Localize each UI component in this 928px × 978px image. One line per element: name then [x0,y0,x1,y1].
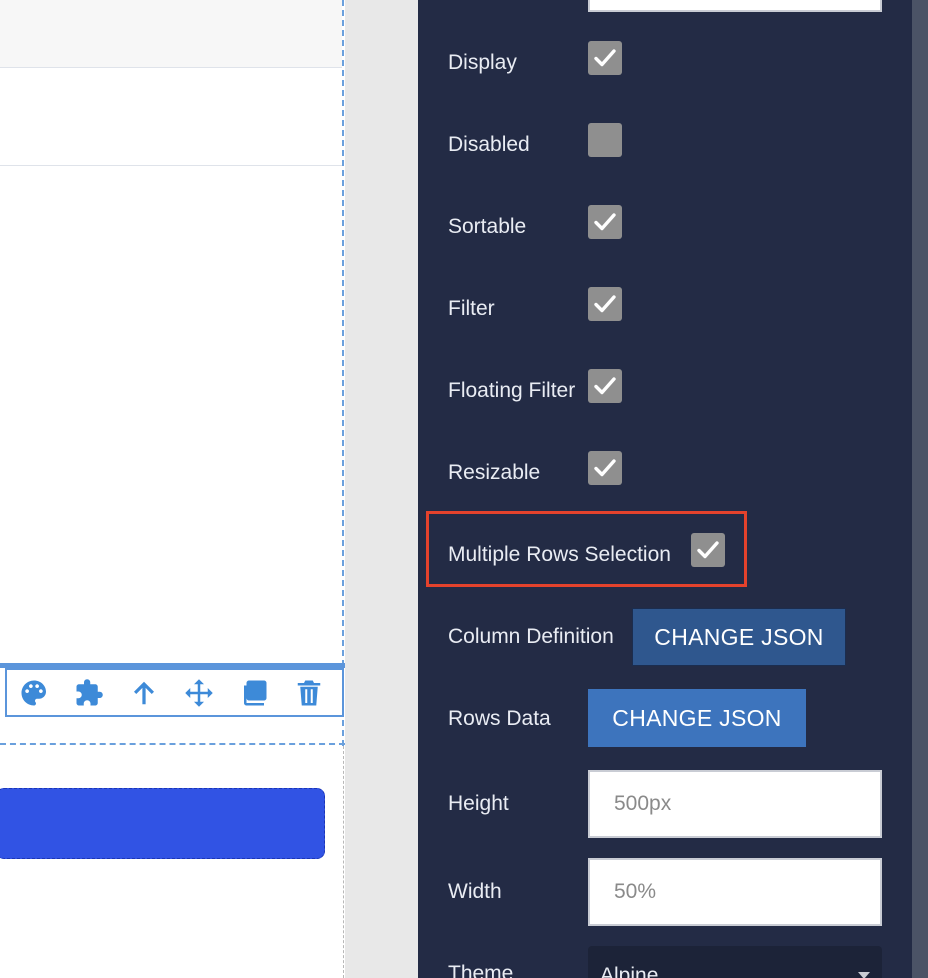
checkmark-icon [594,49,616,67]
floating-filter-label: Floating Filter [448,379,576,402]
move-icon[interactable] [172,671,227,715]
filter-label: Filter [448,297,495,320]
theme-select-value: Alpine [600,964,659,978]
checkmark-icon [594,377,616,395]
resizable-checkbox[interactable] [588,451,622,485]
display-checkbox[interactable] [588,41,622,75]
rows-data-change-json-button[interactable]: CHANGE JSON [588,689,806,747]
display-label: Display [448,51,517,74]
component-toolbar [5,668,344,717]
selection-outline-right [341,0,344,746]
grid-row-divider [0,165,342,166]
theme-select[interactable]: Alpine [588,946,882,978]
column-definition-label: Column Definition [448,625,614,648]
resizable-label: Resizable [448,461,541,484]
puzzle-icon[interactable] [62,671,117,715]
checkmark-icon [594,213,616,231]
canvas-button-component[interactable] [0,788,325,859]
floating-filter-checkbox[interactable] [588,369,622,403]
properties-panel: Display Disabled Sortable Filter Floatin… [418,0,912,978]
selection-outline-bottom [0,743,345,745]
disabled-checkbox[interactable] [588,123,622,157]
multiple-rows-selection-label: Multiple Rows Selection [448,543,671,566]
checkmark-icon [594,295,616,313]
theme-label: Theme [448,962,514,978]
sortable-label: Sortable [448,215,527,238]
checkmark-icon [697,541,719,559]
palette-icon[interactable] [7,671,62,715]
previous-field-input[interactable] [588,0,882,12]
width-label: Width [448,880,502,903]
builder-canvas [0,0,345,978]
canvas-header-row [0,0,342,68]
panel-scrollbar[interactable] [912,0,928,978]
trash-icon[interactable] [281,671,336,715]
column-definition-change-json-button[interactable]: CHANGE JSON [632,608,846,666]
checkmark-icon [594,459,616,477]
sortable-checkbox[interactable] [588,205,622,239]
width-input[interactable] [588,858,882,926]
disabled-label: Disabled [448,133,530,156]
copy-icon[interactable] [226,671,281,715]
multiple-rows-selection-checkbox[interactable] [691,533,725,567]
height-input[interactable] [588,770,882,838]
height-label: Height [448,792,509,815]
filter-checkbox[interactable] [588,287,622,321]
rows-data-label: Rows Data [448,707,551,730]
caret-down-icon [858,972,870,978]
arrow-up-icon[interactable] [117,671,172,715]
container-outline [343,746,344,978]
